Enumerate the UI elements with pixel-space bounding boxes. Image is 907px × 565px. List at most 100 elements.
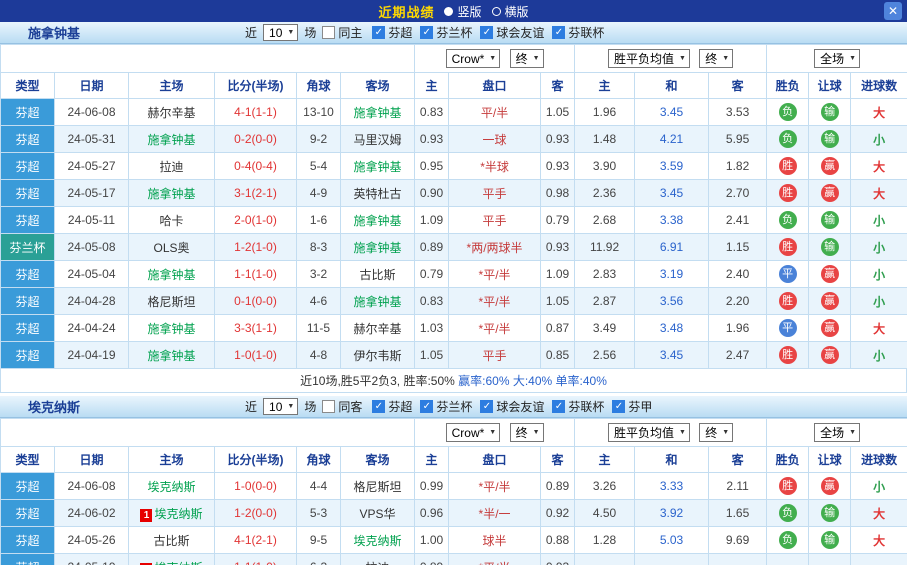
away-team-cell[interactable]: 施拿钟基 [341,99,415,126]
matches-table: Crow* ▼ 终 ▼ 胜平负均值 ▼ 终 ▼ [0,418,907,565]
asian-home-odds-cell: 0.96 [415,500,449,527]
home-team-cell[interactable]: 施拿钟基 [129,180,215,207]
euro-away-odds-cell: 1.82 [709,153,767,180]
score-cell: 3-1(2-1) [215,180,297,207]
checkbox-checked-icon: ✓ [480,400,493,413]
home-team-cell[interactable]: 施拿钟基 [129,342,215,369]
home-team-cell[interactable]: 施拿钟基 [129,261,215,288]
caret-down-icon: ▼ [679,429,686,436]
asian-home-odds-cell: 0.83 [415,99,449,126]
odds-filter-row: Crow* ▼ 终 ▼ 胜平负均值 ▼ 终 ▼ [1,45,907,73]
league-filter-checkbox[interactable]: ✓芬超 [372,24,412,41]
scope-value: 全场 [820,50,844,67]
radio-vertical-layout[interactable]: 竖版 [444,3,481,20]
home-team-cell[interactable]: 埃克纳斯 [129,473,215,500]
away-team-cell[interactable]: 施拿钟基 [341,207,415,234]
score-cell: 3-3(1-1) [215,315,297,342]
away-team-cell[interactable]: VPS华 [341,500,415,527]
red-card-badge: 1 [140,509,152,522]
league-filter-checkbox[interactable]: ✓芬兰杯 [420,24,472,41]
handicap-result-badge: 赢 [821,265,839,283]
league-type-cell: 芬超 [1,554,55,565]
home-team-cell[interactable]: 施拿钟基 [129,315,215,342]
odds-type-select[interactable]: 胜平负均值 ▼ [608,49,690,68]
away-team-cell[interactable]: 古比斯 [341,261,415,288]
home-team-cell[interactable]: 拉迪 [129,153,215,180]
column-header: 进球数 [851,447,907,473]
away-team-cell[interactable]: 马里汉姆 [341,126,415,153]
result-badge: 胜 [779,184,797,202]
odds-type-select[interactable]: 胜平负均值 ▼ [608,423,690,442]
away-team-cell[interactable]: 格尼斯坦 [341,473,415,500]
company-select[interactable]: Crow* ▼ [446,423,501,442]
same-venue-checkbox[interactable]: 同主 [322,24,362,41]
away-team-cell[interactable]: 施拿钟基 [341,234,415,261]
league-filter-checkbox[interactable]: ✓球会友谊 [480,24,544,41]
recent-count-select[interactable]: 10 ▼ [263,398,298,415]
euro-period-select[interactable]: 终 ▼ [699,49,733,68]
away-team-cell[interactable]: 赫尔辛基 [341,315,415,342]
goals-size-cell: 大 [851,527,907,554]
column-header: 胜负 [767,73,809,99]
euro-draw-odds-cell: 3.45 [635,342,709,369]
same-venue-checkbox[interactable]: 同客 [322,398,362,415]
home-team-cell[interactable]: 格尼斯坦 [129,288,215,315]
home-team-cell[interactable]: OLS奥 [129,234,215,261]
date-cell: 24-05-08 [55,234,129,261]
date-cell: 24-04-28 [55,288,129,315]
away-team-cell[interactable]: 埃克纳斯 [341,527,415,554]
result-badge-cell: 胜 [767,180,809,207]
asian-period-select[interactable]: 终 ▼ [510,423,544,442]
home-team-cell[interactable]: 1埃克纳斯 [129,554,215,565]
result-badge-cell: 平 [767,261,809,288]
recent-count-select[interactable]: 10 ▼ [263,24,298,41]
handicap-result-badge: 赢 [821,184,839,202]
home-team-cell[interactable]: 1埃克纳斯 [129,500,215,527]
result-badge: 负 [779,211,797,229]
away-team-cell[interactable]: 英特杜古 [341,180,415,207]
league-filter-checkbox[interactable]: ✓芬超 [372,398,412,415]
league-filter-checkbox[interactable]: ✓芬联杯 [552,398,604,415]
company-select[interactable]: Crow* ▼ [446,49,501,68]
league-filter-checkbox[interactable]: ✓芬联杯 [552,24,604,41]
score-cell: 1-1(1-0) [215,261,297,288]
league-type-cell: 芬超 [1,99,55,126]
caret-down-icon: ▼ [287,29,294,36]
match-row: 芬超24-05-11哈卡2-0(1-0)1-6施拿钟基1.09平手0.792.6… [1,207,907,234]
league-filter-checkbox[interactable]: ✓芬甲 [612,398,652,415]
home-team-cell[interactable]: 赫尔辛基 [129,99,215,126]
corner-cell: 5-3 [297,500,341,527]
away-team-cell[interactable]: 拉迪 [341,554,415,565]
scope-select[interactable]: 全场 ▼ [814,49,860,68]
filter-empty-cell [1,419,415,447]
home-team-cell[interactable]: 哈卡 [129,207,215,234]
scope-select[interactable]: 全场 ▼ [814,423,860,442]
handicap-cell: *平/半 [449,315,541,342]
corner-cell: 5-4 [297,153,341,180]
home-team-cell[interactable]: 施拿钟基 [129,126,215,153]
euro-draw-odds-cell: 3.92 [635,500,709,527]
close-button[interactable]: ✕ [884,2,902,20]
asian-period-select[interactable]: 终 ▼ [510,49,544,68]
team-name-text: 施拿钟基 [147,322,195,336]
checkbox-checked-icon: ✓ [552,400,565,413]
radio-vertical-label: 竖版 [457,3,481,20]
radio-horizontal-layout[interactable]: 横版 [492,3,529,20]
home-team-cell[interactable]: 古比斯 [129,527,215,554]
away-team-cell[interactable]: 施拿钟基 [341,288,415,315]
handicap-cell: *半/一 [449,500,541,527]
away-team-cell[interactable]: 施拿钟基 [341,153,415,180]
date-cell: 24-05-31 [55,126,129,153]
handicap-result-badge-cell: 赢 [809,342,851,369]
checkbox-checked-icon: ✓ [612,400,625,413]
asian-away-odds-cell: 1.09 [541,261,575,288]
euro-period-select[interactable]: 终 ▼ [699,423,733,442]
league-filter-checkbox[interactable]: ✓芬兰杯 [420,398,472,415]
handicap-result-badge-cell: 赢 [809,180,851,207]
away-team-cell[interactable]: 伊尔韦斯 [341,342,415,369]
league-filter-checkbox[interactable]: ✓球会友谊 [480,398,544,415]
euro-home-odds-cell: 1.28 [575,527,635,554]
checkbox-checked-icon: ✓ [552,26,565,39]
asian-home-odds-cell: 0.89 [415,234,449,261]
team-name-text: 施拿钟基 [147,349,195,363]
